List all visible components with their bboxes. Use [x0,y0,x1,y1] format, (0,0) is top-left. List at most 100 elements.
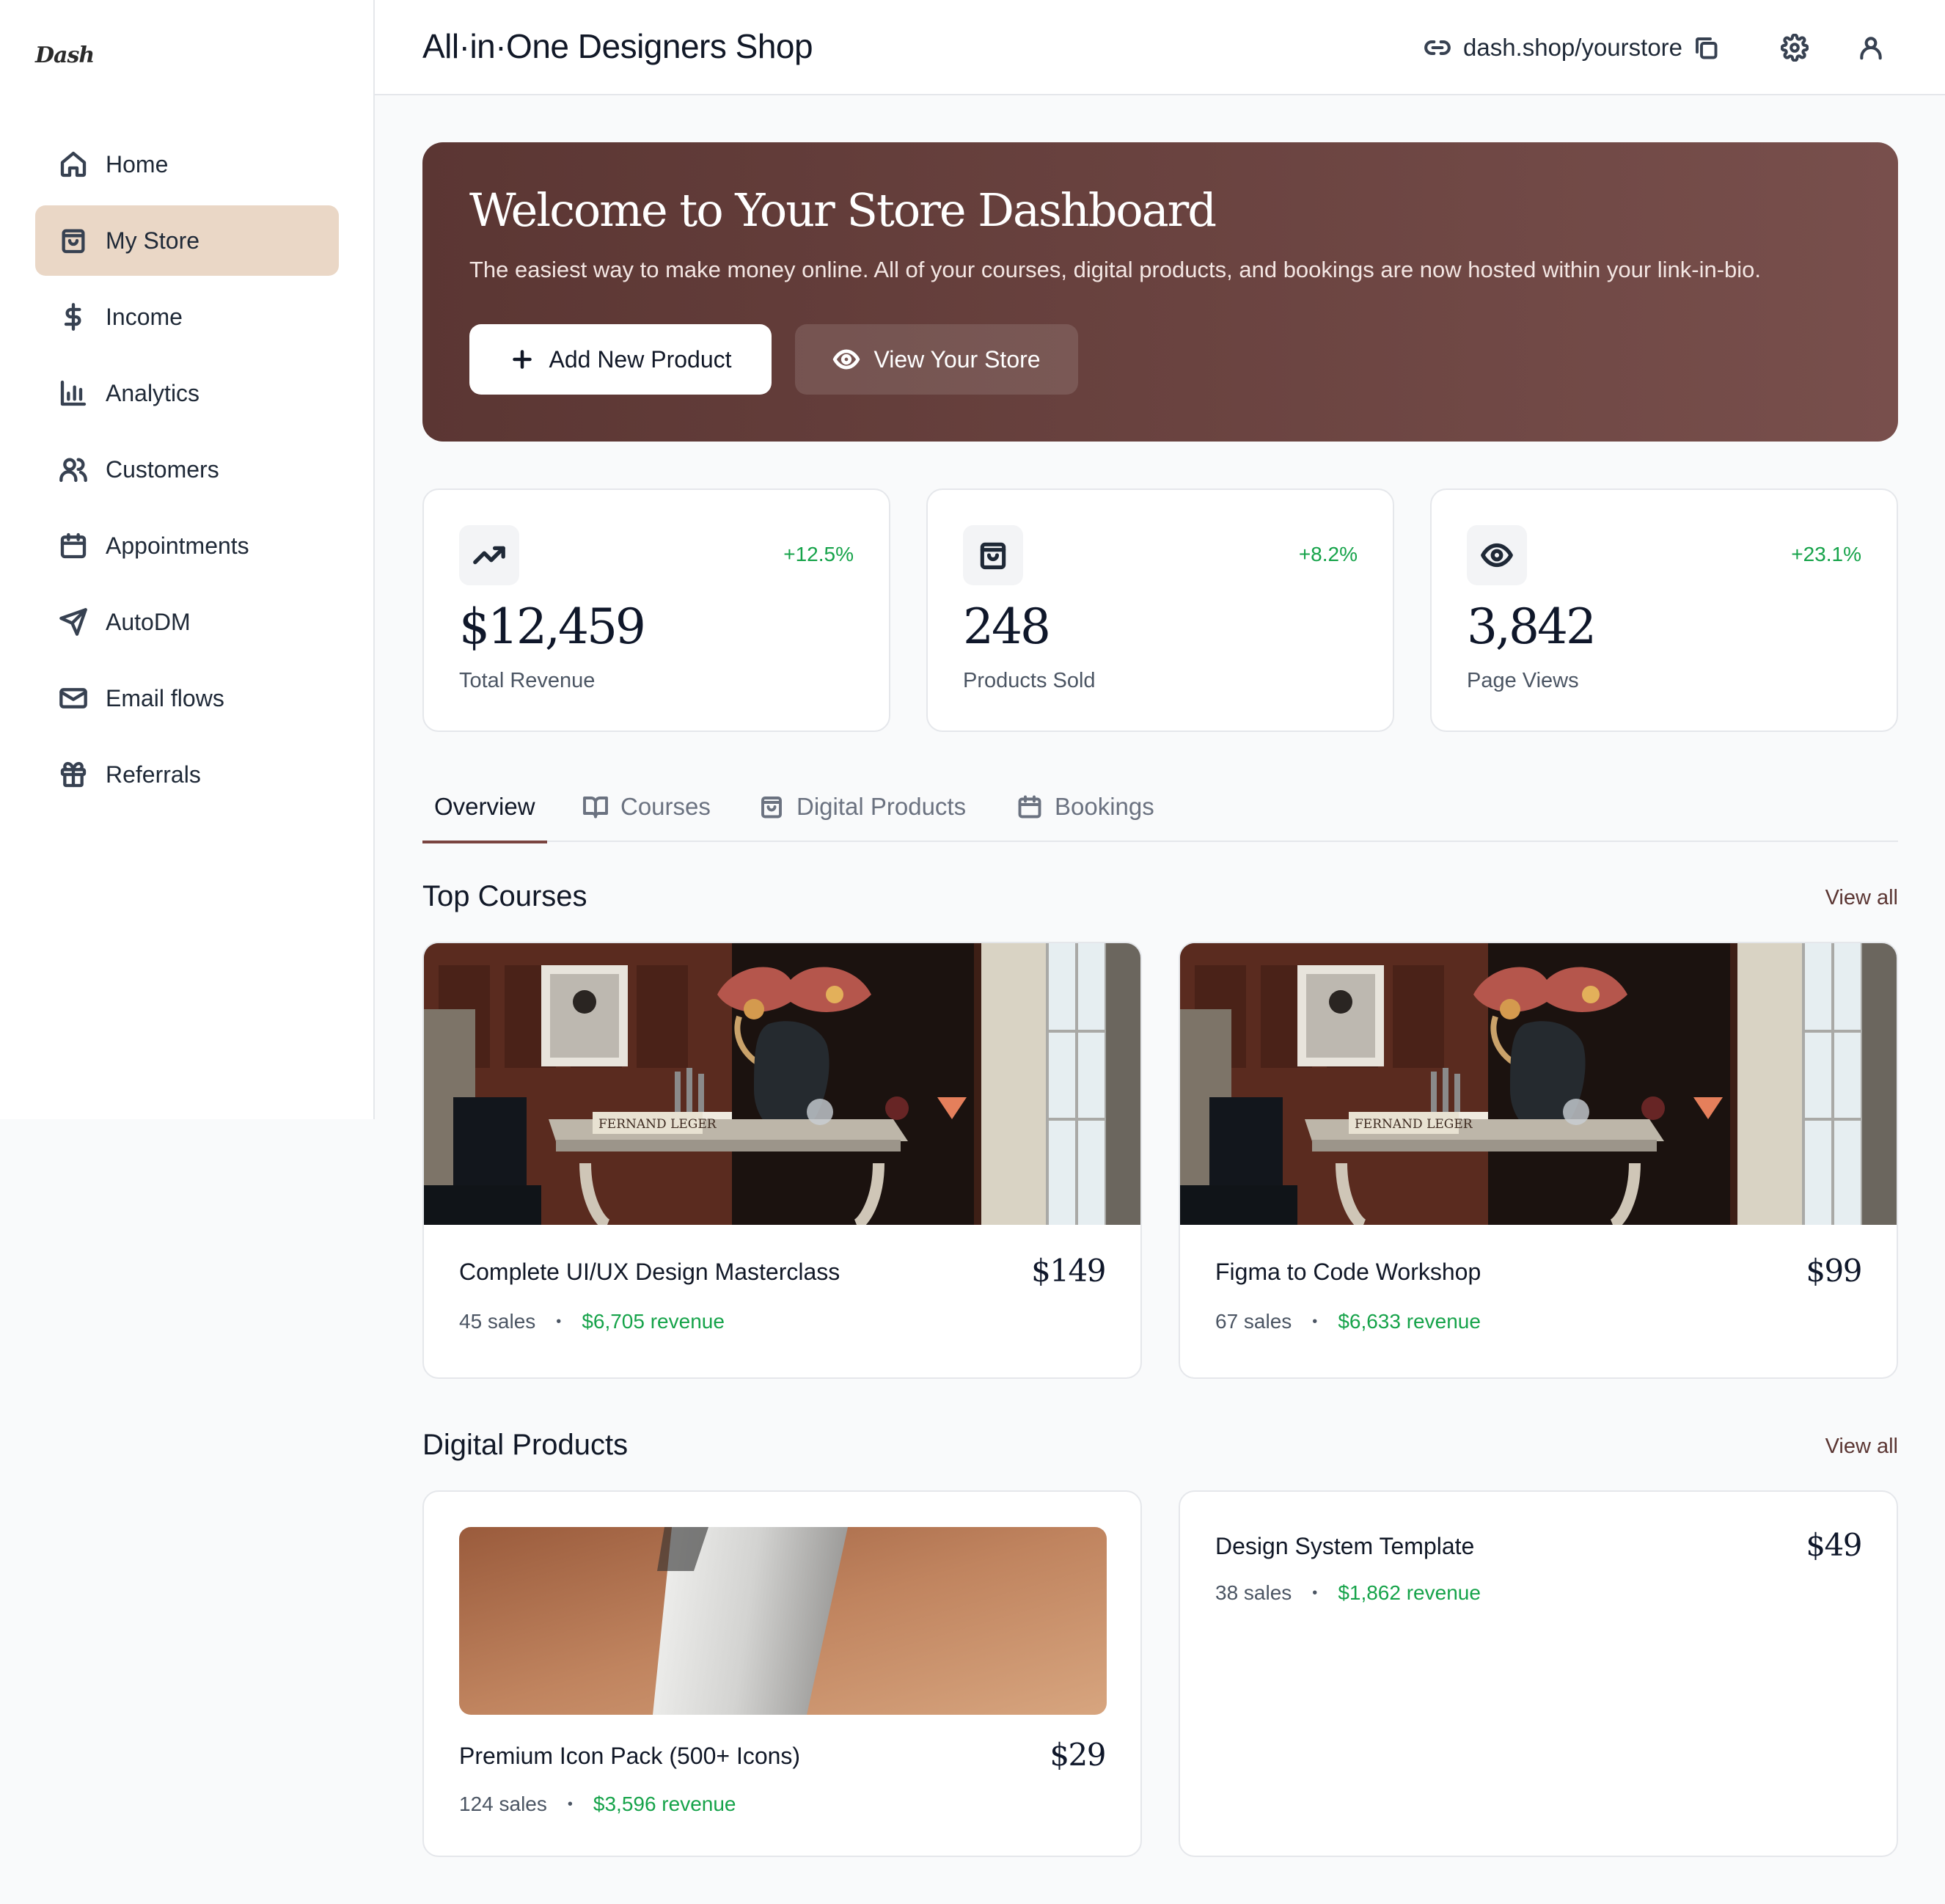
sidebar-item-label: Customers [106,455,219,483]
course-title: Complete UI/UX Design Masterclass [459,1259,840,1285]
separator-dot: • [1312,1584,1318,1601]
stat-delta: +23.1% [1791,543,1861,565]
top-header: All·in·One Designers Shop dash.shop/your… [375,0,1945,95]
bar-chart-icon [59,378,88,408]
product-price: $29 [1050,1737,1106,1773]
gift-icon [59,760,88,789]
course-card[interactable]: FERNAND LEGER Complete UI/UX Design Mast… [422,942,1142,1379]
book-cover-text: FERNAND LEGER [1355,1117,1473,1132]
separator-dot: • [567,1795,573,1812]
calendar-icon [59,531,88,560]
product-card[interactable]: Premium Icon Pack (500+ Icons) $29 124 s… [422,1490,1142,1857]
sidebar-item-autodm[interactable]: AutoDM [35,587,339,657]
sidebar-item-customers[interactable]: Customers [35,434,339,505]
product-title: Design System Template [1215,1533,1475,1559]
stat-label: Page Views [1467,669,1579,692]
sidebar-item-income[interactable]: Income [35,282,339,352]
hero-title: Welcome to Your Store Dashboard [469,183,1217,237]
add-new-product-button[interactable]: Add New Product [469,324,772,395]
eye-icon [832,345,873,373]
shopping-bag-icon [758,794,796,820]
view-all-courses-link[interactable]: View all [1825,886,1898,910]
calendar-icon [1017,794,1055,820]
hero-subtitle: The easiest way to make money online. Al… [469,257,1762,282]
mail-icon [59,684,88,713]
view-all-products-link[interactable]: View all [1825,1435,1898,1459]
product-revenue: $1,862 revenue [1338,1581,1481,1604]
sidebar-item-label: Email flows [106,684,224,711]
course-revenue: $6,705 revenue [582,1310,725,1333]
product-title: Premium Icon Pack (500+ Icons) [459,1743,801,1769]
sidebar: Dash Home My Store Income Analytics Cust… [0,0,375,1119]
separator-dot: • [556,1313,562,1330]
store-url[interactable]: dash.shop/yourstore [1463,34,1682,62]
product-sales: 38 sales [1215,1581,1292,1604]
copy-icon[interactable] [1693,34,1719,61]
sidebar-item-label: My Store [106,227,200,254]
stat-card-page-views: +23.1% 3,842 Page Views [1430,488,1898,732]
tab-label: Courses [620,793,711,820]
plus-icon [509,346,549,373]
sidebar-item-analytics[interactable]: Analytics [35,358,339,428]
course-sales: 67 sales [1215,1310,1292,1333]
sidebar-item-label: Home [106,150,169,177]
product-sales: 124 sales [459,1793,547,1815]
stat-value: 3,842 [1467,598,1597,655]
logo[interactable]: Dash [35,43,95,68]
sidebar-item-label: Analytics [106,379,200,406]
sidebar-item-appointments[interactable]: Appointments [35,510,339,581]
view-your-store-label: View Your Store [873,345,1041,373]
course-price: $99 [1806,1253,1862,1289]
product-thumbnail [459,1527,1107,1715]
sidebar-item-email-flows[interactable]: Email flows [35,663,339,733]
stat-value: $12,459 [459,598,646,655]
tab-label: Overview [434,793,535,820]
sidebar-item-referrals[interactable]: Referrals [35,739,339,810]
eye-icon [1467,525,1527,585]
tab-overview[interactable]: Overview [422,772,547,843]
separator-dot: • [1312,1313,1318,1330]
welcome-banner: Welcome to Your Store Dashboard The easi… [422,142,1898,442]
section-title-digital-products: Digital Products [422,1429,629,1461]
course-card[interactable]: FERNAND LEGER Figma to Code Workshop $99… [1179,942,1898,1379]
store-tabs: Overview Courses Digital Products Bookin… [422,772,1898,843]
add-new-product-label: Add New Product [549,345,732,373]
stat-delta: +8.2% [1298,543,1358,565]
book-icon [582,794,620,820]
product-price: $49 [1806,1527,1862,1563]
dollar-icon [59,302,88,332]
stat-label: Total Revenue [459,669,596,692]
user-icon [1857,34,1885,62]
course-meta: 45 sales • $6,705 revenue [459,1310,725,1333]
sidebar-item-label: Referrals [106,761,201,788]
stat-value: 248 [963,598,1051,655]
gear-icon [1781,34,1809,62]
view-your-store-button[interactable]: View Your Store [795,324,1078,395]
profile-button[interactable] [1853,29,1889,66]
shopping-bag-icon [963,525,1023,585]
tab-label: Bookings [1055,793,1154,820]
course-thumbnail: FERNAND LEGER [424,943,1140,1225]
home-icon [59,150,88,179]
tab-courses[interactable]: Courses [582,772,711,842]
store-link[interactable]: dash.shop/yourstore [1424,29,1719,66]
stat-card-products-sold: +8.2% 248 Products Sold [926,488,1394,732]
sidebar-item-label: Appointments [106,532,249,559]
tab-bookings[interactable]: Bookings [1017,772,1154,842]
stat-card-revenue: +12.5% $12,459 Total Revenue [422,488,890,732]
sidebar-item-my-store[interactable]: My Store [35,205,339,276]
course-revenue: $6,633 revenue [1338,1310,1481,1333]
page-title: All·in·One Designers Shop [422,27,813,65]
course-meta: 67 sales • $6,633 revenue [1215,1310,1481,1333]
course-title: Figma to Code Workshop [1215,1259,1481,1285]
stat-label: Products Sold [963,669,1096,692]
settings-button[interactable] [1776,29,1813,66]
product-revenue: $3,596 revenue [593,1793,736,1815]
product-meta: 38 sales • $1,862 revenue [1215,1581,1481,1605]
tab-digital-products[interactable]: Digital Products [758,772,966,842]
sidebar-nav: Home My Store Income Analytics Customers… [35,129,339,816]
book-cover-text: FERNAND LEGER [598,1117,717,1132]
product-card[interactable]: Design System Template $49 38 sales • $1… [1179,1490,1898,1857]
sidebar-item-home[interactable]: Home [35,129,339,199]
stat-delta: +12.5% [783,543,854,565]
